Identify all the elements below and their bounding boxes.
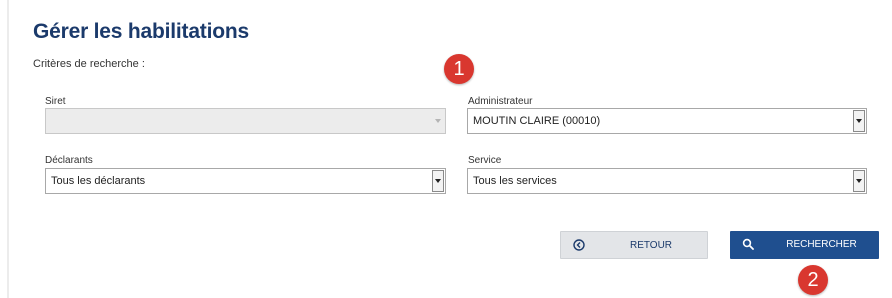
search-criteria-label: Critères de recherche : [33,58,145,70]
service-value: Tous les services [473,175,557,187]
retour-button-label: RETOUR [629,240,673,251]
service-select[interactable]: Tous les services [467,168,867,194]
chevron-down-icon[interactable] [432,170,444,192]
siret-select [45,108,446,134]
back-circle-icon [573,239,585,251]
chevron-down-icon[interactable] [853,110,865,132]
declarants-select[interactable]: Tous les déclarants [45,168,446,194]
administrateur-value: MOUTIN CLAIRE (00010) [473,115,601,127]
page-title: Gérer les habilitations [33,20,249,43]
annotation-marker-2: 2 [798,265,828,295]
siret-label: Siret [45,96,66,107]
retour-button[interactable]: RETOUR [560,231,708,259]
declarants-value: Tous les déclarants [51,175,146,187]
administrateur-select[interactable]: MOUTIN CLAIRE (00010) [467,108,867,134]
search-icon [742,238,754,250]
chevron-down-icon [432,110,444,132]
service-label: Service [468,155,502,166]
rechercher-button[interactable]: RECHERCHER [730,231,879,259]
administrateur-label: Administrateur [468,96,533,107]
chevron-down-icon[interactable] [853,170,865,192]
page-left-border [7,0,9,298]
declarants-label: Déclarants [45,155,93,166]
annotation-marker-1: 1 [444,54,474,84]
rechercher-button-label: RECHERCHER [786,239,857,250]
